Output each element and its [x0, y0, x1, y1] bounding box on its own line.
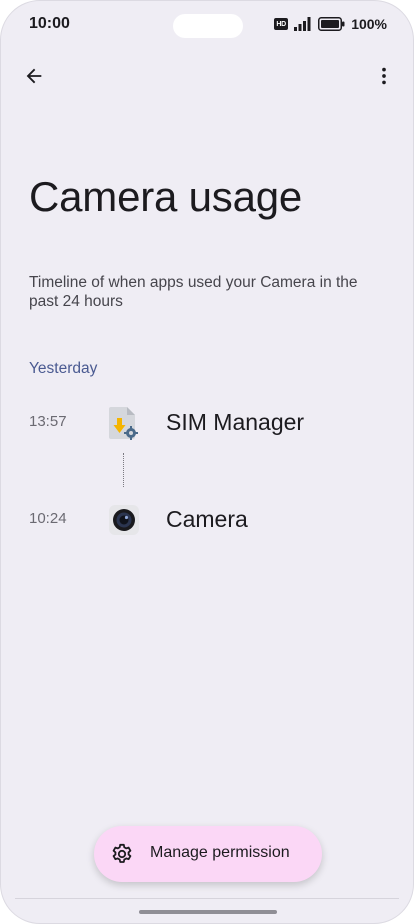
section-label-yesterday: Yesterday	[29, 360, 98, 377]
status-icons: HD 100%	[274, 16, 387, 32]
timeline-entry[interactable]: 10:24 Camera	[1, 498, 413, 542]
page-subtitle: Timeline of when apps used your Camera i…	[29, 274, 358, 310]
more-vert-icon	[382, 67, 386, 85]
camera-app-icon	[109, 505, 139, 535]
phone-screen: 10:00 HD 100% Camera usage Timeline of w…	[0, 0, 414, 924]
entry-time: 13:57	[29, 413, 67, 430]
bottom-divider	[15, 898, 399, 899]
entry-time: 10:24	[29, 510, 67, 527]
timeline-entry[interactable]: 13:57 SIM Manager	[1, 401, 413, 445]
battery-percent: 100%	[351, 16, 387, 32]
gesture-navigation-bar[interactable]	[139, 910, 277, 914]
camera-cutout	[173, 14, 243, 38]
manage-permission-button[interactable]: Manage permission	[94, 826, 322, 882]
manage-permission-label: Manage permission	[150, 844, 290, 861]
sim-manager-app-icon	[109, 407, 138, 440]
back-button[interactable]	[19, 61, 49, 91]
status-time: 10:00	[29, 15, 70, 32]
page-title: Camera usage	[29, 173, 303, 220]
status-bar: 10:00 HD 100%	[1, 1, 413, 49]
more-options-button[interactable]	[369, 61, 399, 91]
battery-icon	[318, 17, 345, 31]
gear-icon	[112, 843, 132, 863]
hd-icon: HD	[274, 18, 289, 30]
signal-icon	[294, 17, 311, 31]
timeline-connector	[123, 453, 124, 487]
entry-app-name: Camera	[166, 506, 248, 532]
entry-app-name: SIM Manager	[166, 409, 305, 435]
arrow-back-icon	[26, 68, 42, 84]
